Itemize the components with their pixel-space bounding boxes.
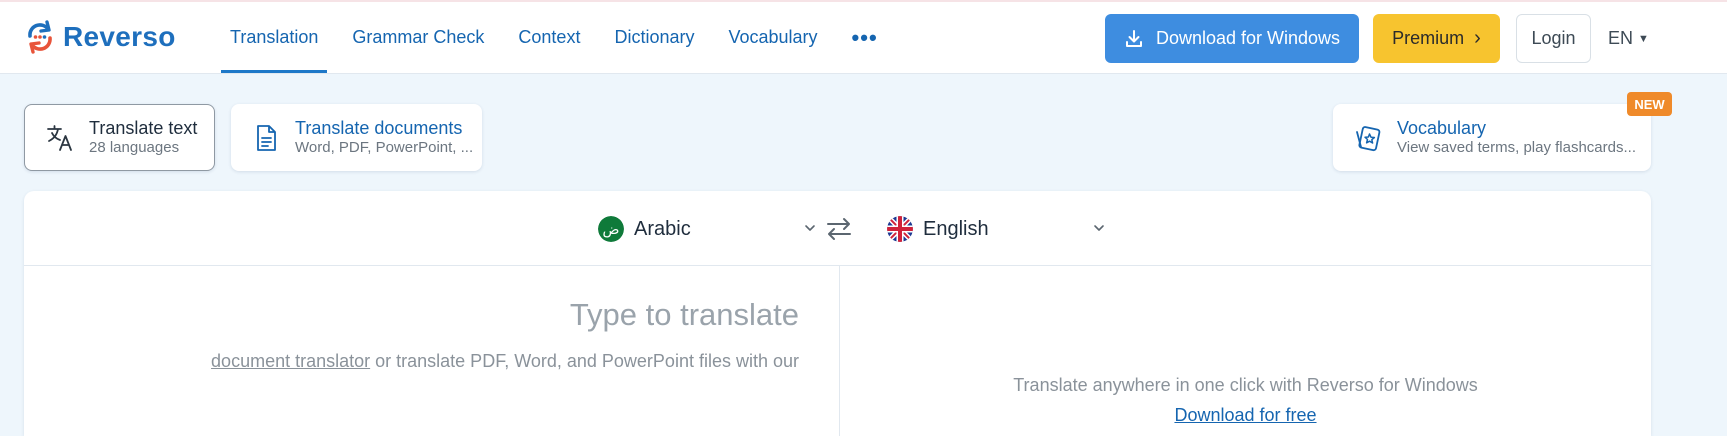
translate-text-card[interactable]: Translate text 28 languages <box>24 104 215 171</box>
vocabulary-card[interactable]: Vocabulary View saved terms, play flashc… <box>1333 104 1651 171</box>
source-language-selector[interactable]: ض Arabic <box>598 213 818 245</box>
translate-documents-title: Translate documents <box>295 118 463 138</box>
translate-text-title: Translate text <box>89 118 198 138</box>
logo-text: Reverso <box>63 21 176 52</box>
target-language-name: English <box>923 217 989 240</box>
caret-down-icon: ▼ <box>1638 32 1649 45</box>
ui-language-selector[interactable]: EN ▼ <box>1608 14 1649 63</box>
translate-documents-subtitle: Word, PDF, PowerPoint, ... <box>295 139 474 156</box>
download-windows-button[interactable]: Download for Windows <box>1105 14 1359 63</box>
chevron-down-icon <box>805 225 815 231</box>
main-nav: Translation Grammar Check Context Dictio… <box>213 2 895 73</box>
source-language-name: Arabic <box>634 217 691 240</box>
vocabulary-card-title: Vocabulary <box>1397 118 1487 138</box>
download-free-container: Download for free <box>840 405 1651 426</box>
download-button-label: Download for Windows <box>1155 28 1341 48</box>
more-menu-icon[interactable]: ••• <box>835 2 895 73</box>
nav-context[interactable]: Context <box>501 2 597 73</box>
nav-dictionary[interactable]: Dictionary <box>597 2 711 73</box>
premium-button-label: Premium <box>1392 28 1465 48</box>
translate-icon <box>47 124 72 151</box>
translator-panel: ض Arabic English Type to translate docum… <box>24 191 1651 436</box>
chevron-right-icon: › <box>1474 27 1481 49</box>
nav-grammar-check[interactable]: Grammar Check <box>335 2 501 73</box>
reverso-logo-icon <box>28 20 52 54</box>
svg-text:ض: ض <box>603 222 620 238</box>
download-icon <box>1125 29 1142 47</box>
document-hint-text: or translate PDF, Word, and PowerPoint f… <box>370 351 799 371</box>
translate-text-subtitle: 28 languages <box>89 139 180 156</box>
nav-vocabulary[interactable]: Vocabulary <box>711 2 834 73</box>
ui-language-label: EN <box>1608 28 1634 48</box>
new-badge: NEW <box>1627 92 1672 116</box>
arabic-flag-icon: ض <box>598 216 624 242</box>
vocabulary-card-subtitle: View saved terms, play flashcards... <box>1397 139 1636 156</box>
download-free-link[interactable]: Download for free <box>1174 405 1316 425</box>
translate-documents-card[interactable]: Translate documents Word, PDF, PowerPoin… <box>231 104 482 171</box>
document-translator-link[interactable]: document translator <box>211 351 370 371</box>
chevron-down-icon <box>1094 225 1104 231</box>
document-icon <box>257 124 276 151</box>
reverso-logo[interactable]: Reverso <box>22 18 176 56</box>
premium-button[interactable]: Premium › <box>1373 14 1500 63</box>
uk-flag-icon <box>887 216 913 242</box>
top-header: Reverso Translation Grammar Check Contex… <box>0 2 1727 74</box>
flashcards-icon <box>1356 125 1381 151</box>
swap-languages-icon[interactable] <box>824 215 854 243</box>
target-language-selector[interactable]: English <box>887 213 1107 245</box>
document-hint: document translator or translate PDF, Wo… <box>124 351 799 372</box>
source-text-input[interactable]: Type to translate <box>124 297 799 333</box>
language-bar: ض Arabic English <box>24 191 1651 266</box>
windows-promo-text: Translate anywhere in one click with Rev… <box>1013 375 1478 395</box>
login-button[interactable]: Login <box>1516 14 1591 63</box>
nav-translation[interactable]: Translation <box>213 2 335 73</box>
